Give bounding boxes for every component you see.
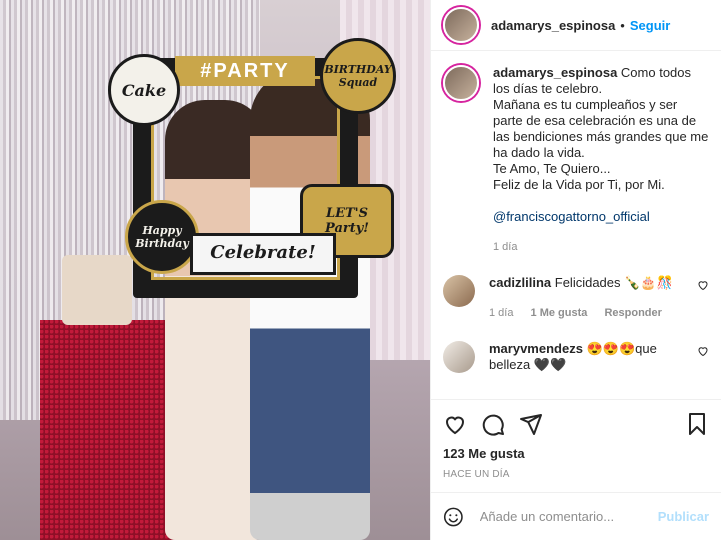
share-icon[interactable] — [519, 412, 543, 436]
caption: adamarys_espinosa Como todos los días te… — [443, 65, 709, 255]
comment-time[interactable]: 1 día — [489, 307, 513, 319]
avatar[interactable] — [443, 275, 475, 307]
reply-button[interactable]: Responder — [604, 307, 661, 319]
header-username[interactable]: adamarys_espinosa — [491, 18, 615, 33]
follow-button[interactable]: Seguir — [630, 18, 670, 33]
comment-username[interactable]: maryvmendezs — [489, 341, 583, 356]
separator-dot: • — [620, 17, 625, 33]
heart-icon[interactable] — [443, 412, 467, 436]
post-time[interactable]: HACE UN DÍA — [443, 469, 709, 480]
action-icons — [443, 406, 709, 442]
comments-section[interactable]: adamarys_espinosa Como todos los días te… — [431, 51, 721, 399]
comment-item: maryvmendezs 😍😍😍que belleza 🖤🖤 — [443, 341, 709, 373]
post-sidebar: adamarys_espinosa • Seguir adamarys_espi… — [430, 0, 721, 540]
bookmark-icon[interactable] — [685, 412, 709, 436]
cake-badge: Cake — [108, 54, 180, 126]
squad-badge: BIRTHDAY Squad — [320, 38, 396, 114]
mention-link[interactable]: @franciscogattorno_official — [493, 209, 709, 225]
post-photo[interactable]: #PARTY Cake BIRTHDAY Squad LET'S Party! … — [0, 0, 430, 540]
caption-avatar[interactable] — [443, 65, 479, 101]
comment-body: cadizlilina Felicidades 🍾🎂🎊 1 día 1 Me g… — [489, 275, 699, 321]
comment-username[interactable]: cadizlilina — [489, 275, 551, 290]
post-header: adamarys_espinosa • Seguir — [431, 0, 721, 51]
heart-icon[interactable] — [697, 345, 709, 357]
avatar[interactable] — [443, 341, 475, 373]
caption-line: Mañana es tu cumpleaños y ser parte de e… — [493, 97, 709, 160]
comment-body: maryvmendezs 😍😍😍que belleza 🖤🖤 — [489, 341, 699, 373]
avatar[interactable] — [443, 7, 479, 43]
comment-meta: 1 día 1 Me gusta Responder — [489, 305, 699, 321]
cupcake-stand — [62, 255, 132, 325]
comment-text: Felicidades 🍾🎂🎊 — [554, 275, 673, 290]
likes-count[interactable]: 123 Me gusta — [443, 446, 709, 461]
caption-time[interactable]: 1 día — [493, 239, 709, 255]
instagram-post: #PARTY Cake BIRTHDAY Squad LET'S Party! … — [0, 0, 721, 540]
celebrate-sign: Celebrate! — [190, 233, 336, 275]
add-comment-bar: Publicar — [431, 492, 721, 540]
comment-input[interactable] — [477, 508, 658, 525]
actions-bar: 123 Me gusta HACE UN DÍA — [431, 399, 721, 480]
frame-banner: #PARTY — [175, 56, 315, 86]
emoji-icon[interactable] — [443, 505, 464, 529]
birthday-badge: Happy Birthday — [125, 200, 199, 274]
caption-line: Te Amo, Te Quiero... — [493, 161, 611, 176]
comment-likes[interactable]: 1 Me gusta — [531, 307, 588, 319]
caption-username[interactable]: adamarys_espinosa — [493, 65, 617, 80]
comment-item: cadizlilina Felicidades 🍾🎂🎊 1 día 1 Me g… — [443, 275, 709, 321]
post-comment-button[interactable]: Publicar — [658, 509, 709, 524]
caption-line: Feliz de la Vida por Ti, por Mi. — [493, 177, 665, 192]
caption-body: adamarys_espinosa Como todos los días te… — [493, 65, 709, 255]
heart-icon[interactable] — [697, 279, 709, 291]
comment-icon[interactable] — [481, 412, 505, 436]
